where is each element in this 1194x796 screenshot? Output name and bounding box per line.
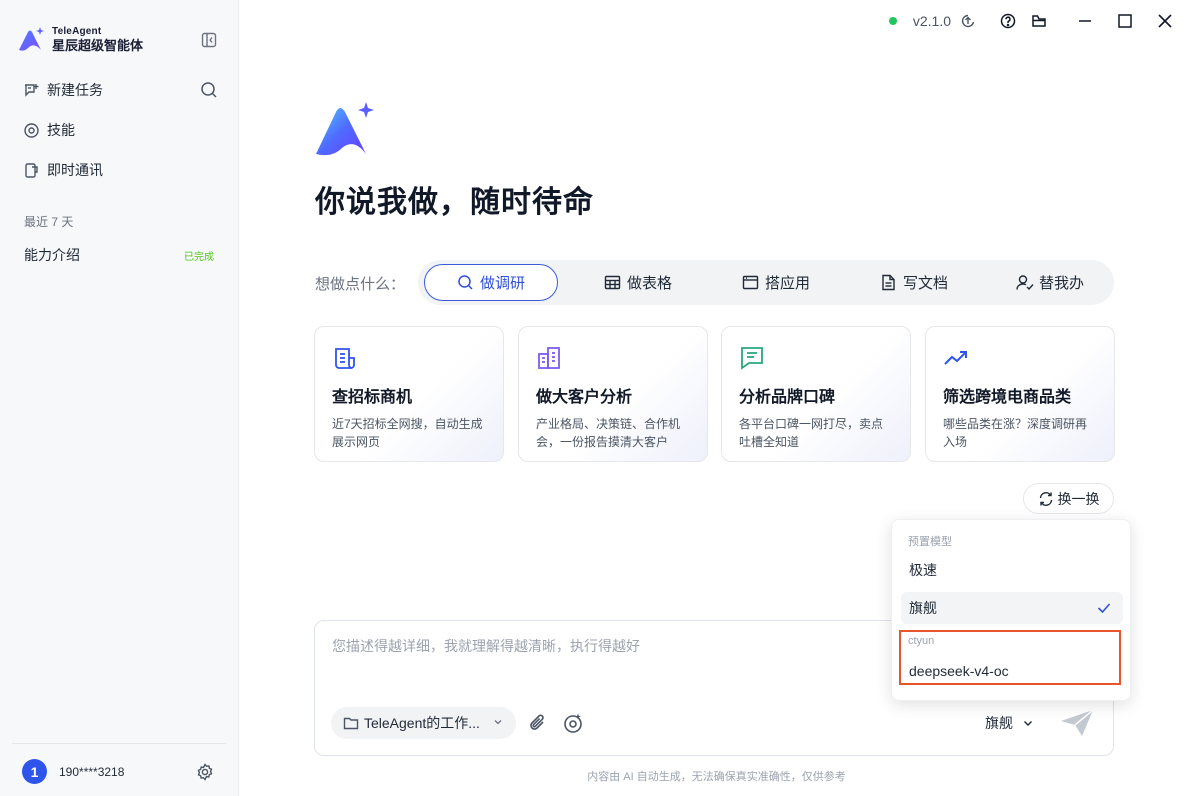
model-select[interactable]: 旗舰	[985, 713, 1034, 733]
model-option[interactable]: 极速	[901, 554, 1123, 586]
page-title: 你说我做，随时待命	[315, 186, 594, 219]
help-icon[interactable]	[999, 12, 1017, 30]
tab-table[interactable]: 做表格	[578, 264, 698, 301]
prompt-placeholder: 您描述得越详细，我就理解得越清晰，执行得越好	[332, 638, 640, 654]
building-icon	[538, 347, 560, 369]
model-option-selected[interactable]: 旗舰	[901, 592, 1123, 624]
sidebar: TeleAgent 星辰超级智能体 新建任务 技能 即时通讯 最近 7 天 能力…	[0, 0, 239, 796]
checkmark-icon	[1097, 602, 1111, 614]
tab-do-for-me[interactable]: 替我办	[990, 264, 1110, 301]
tab-research[interactable]: 做调研	[424, 264, 558, 301]
model-select-value: 旗舰	[985, 715, 1013, 731]
tab-label: 做调研	[479, 275, 525, 292]
minimize-icon[interactable]	[1076, 12, 1094, 30]
tab-label: 做表格	[626, 275, 672, 292]
collapse-sidebar-icon[interactable]	[200, 31, 218, 49]
message-icon	[741, 347, 763, 370]
card-title: 查招标商机	[332, 389, 413, 406]
sidebar-divider	[12, 743, 226, 744]
history-item-title: 能力介绍	[24, 247, 80, 263]
tab-label: 替我办	[1038, 275, 1084, 292]
task-type-tabs: 做调研 做表格 搭应用 写文档 替我办	[418, 260, 1114, 305]
chevron-down-icon	[492, 716, 504, 728]
card-title: 分析品牌口碑	[739, 389, 836, 406]
refresh-label: 换一换	[1057, 490, 1100, 507]
section-label-recent: 最近 7 天	[24, 215, 74, 229]
suggestion-card[interactable]: 分析品牌口碑 各平台口碑一网打尽，卖点吐槽全知道	[721, 326, 911, 462]
ask-label: 想做点什么：	[315, 276, 406, 293]
skill-icon	[22, 121, 40, 139]
folder-icon	[343, 715, 359, 731]
refresh-suggestions-button[interactable]: 换一换	[1023, 483, 1114, 514]
sidebar-item-label: 即时通讯	[47, 162, 103, 178]
tab-build-app[interactable]: 搭应用	[716, 264, 836, 301]
tab-label: 写文档	[902, 275, 948, 292]
workspace-name: TeleAgent的工作...	[364, 715, 480, 731]
hero-logo-icon	[316, 102, 374, 156]
suggestion-card[interactable]: 筛选跨境电商品类 哪些品类在涨？深度调研再入场	[925, 326, 1115, 462]
chevron-down-icon	[1022, 717, 1034, 729]
model-option-label: 极速	[909, 562, 937, 578]
title-bar: v2.1.0	[888, 10, 1174, 32]
search-icon	[457, 274, 475, 292]
card-title: 筛选跨境电商品类	[943, 389, 1072, 406]
card-desc: 产业格局、决策链、合作机会，一份报告摸清大客户	[536, 417, 681, 449]
search-history-icon[interactable]	[200, 81, 218, 99]
status-badge: 已完成	[184, 251, 214, 263]
upload-icon[interactable]	[959, 12, 977, 30]
highlight-box	[899, 630, 1121, 685]
suggestion-card[interactable]: 做大客户分析 产业格局、决策链、合作机会，一份报告摸清大客户	[518, 326, 708, 462]
suggestion-card[interactable]: 查招标商机 近7天招标全网搜，自动生成展示网页	[314, 326, 504, 462]
send-icon	[1061, 709, 1094, 736]
maximize-icon[interactable]	[1116, 12, 1134, 30]
close-icon[interactable]	[1156, 12, 1174, 30]
folder-icon[interactable]	[1030, 12, 1048, 30]
history-item[interactable]: 能力介绍 已完成	[14, 240, 224, 270]
workspace-selector[interactable]: TeleAgent的工作...	[331, 707, 516, 739]
trend-up-icon	[944, 351, 967, 365]
card-desc: 各平台口碑一网打尽，卖点吐槽全知道	[739, 417, 884, 449]
sidebar-item-skills[interactable]: 技能	[14, 114, 224, 146]
model-option-label: 旗舰	[909, 600, 937, 616]
chat-device-icon	[22, 161, 40, 179]
dropdown-group-label: 预置模型	[908, 536, 952, 548]
brand-name-en: TeleAgent	[52, 25, 102, 37]
connection-status-dot	[888, 17, 897, 25]
user-check-icon	[1016, 274, 1034, 292]
card-title: 做大客户分析	[536, 389, 633, 406]
app-window-icon	[742, 274, 760, 292]
ai-disclaimer: 内容由 AI 自动生成，无法确保真实准确性，仅供参考	[587, 771, 846, 783]
send-button[interactable]	[1059, 707, 1095, 739]
table-icon	[604, 274, 622, 292]
brand-logo-icon	[19, 27, 44, 51]
new-chat-icon	[22, 81, 40, 99]
sidebar-item-label: 新建任务	[47, 82, 103, 98]
card-desc: 哪些品类在涨？深度调研再入场	[943, 417, 1088, 449]
document-icon	[880, 274, 898, 292]
tab-label: 搭应用	[764, 275, 810, 292]
sidebar-item-new-task[interactable]: 新建任务	[14, 74, 224, 106]
card-desc: 近7天招标全网搜，自动生成展示网页	[332, 417, 483, 449]
sidebar-item-label: 技能	[47, 122, 75, 138]
brand[interactable]: TeleAgent 星辰超级智能体	[16, 24, 143, 54]
paperclip-icon[interactable]	[528, 713, 548, 733]
brand-name-cn: 星辰超级智能体	[52, 37, 144, 53]
scroll-icon	[335, 348, 355, 369]
skill-picker-icon[interactable]	[562, 712, 584, 734]
app-version: v2.1.0	[912, 13, 951, 29]
sidebar-item-im[interactable]: 即时通讯	[14, 154, 224, 186]
tab-write-doc[interactable]: 写文档	[854, 264, 974, 301]
refresh-icon	[1038, 491, 1054, 507]
